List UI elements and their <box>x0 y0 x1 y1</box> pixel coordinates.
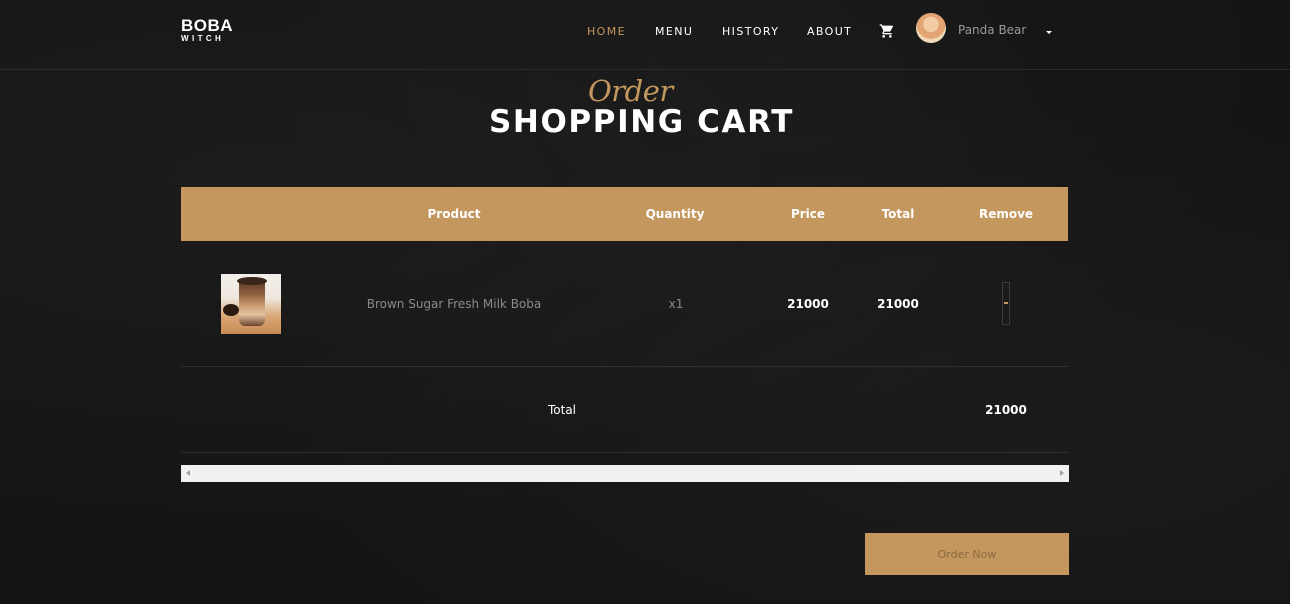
scroll-left-icon[interactable] <box>186 470 190 476</box>
product-quantity: x1 <box>668 297 684 311</box>
brand-logo-top: BOBA <box>181 16 234 35</box>
product-image <box>221 274 281 334</box>
navbar: BOBA WITCH HOME MENU HISTORY ABOUT Panda… <box>0 0 1290 70</box>
column-header-total: Total <box>881 207 915 221</box>
product-price: 21000 <box>787 297 829 311</box>
column-header-quantity: Quantity <box>645 207 705 221</box>
page-title: SHOPPING CART <box>489 104 794 140</box>
shopping-cart-icon[interactable] <box>879 23 895 39</box>
cart-table-header: Product Quantity Price Total Remove <box>181 187 1068 241</box>
nav-about-link[interactable]: ABOUT <box>807 25 852 38</box>
product-total: 21000 <box>877 297 919 311</box>
brand-logo-bottom: WITCH <box>181 34 225 43</box>
caret-down-icon[interactable] <box>1046 31 1052 34</box>
nav-home-link[interactable]: HOME <box>587 25 626 38</box>
order-now-button[interactable]: Order Now <box>865 533 1069 575</box>
column-header-price: Price <box>790 207 826 221</box>
horizontal-scrollbar[interactable] <box>181 465 1069 482</box>
page-script-title: Order <box>588 74 673 108</box>
user-avatar[interactable] <box>916 13 946 43</box>
column-header-remove: Remove <box>978 207 1034 221</box>
nav-history-link[interactable]: HISTORY <box>722 25 779 38</box>
user-name[interactable]: Panda Bear <box>958 23 1026 37</box>
column-header-product: Product <box>427 207 481 221</box>
brand-logo[interactable]: BOBA WITCH <box>181 17 241 43</box>
cart-total-label: Total <box>547 403 577 417</box>
product-name: Brown Sugar Fresh Milk Boba <box>366 297 542 311</box>
nav-menu-link[interactable]: MENU <box>655 25 693 38</box>
row-divider <box>181 366 1068 367</box>
cart-total-value: 21000 <box>985 403 1027 417</box>
scroll-right-icon[interactable] <box>1060 470 1064 476</box>
row-divider <box>181 452 1068 453</box>
remove-item-button[interactable] <box>1002 282 1010 325</box>
